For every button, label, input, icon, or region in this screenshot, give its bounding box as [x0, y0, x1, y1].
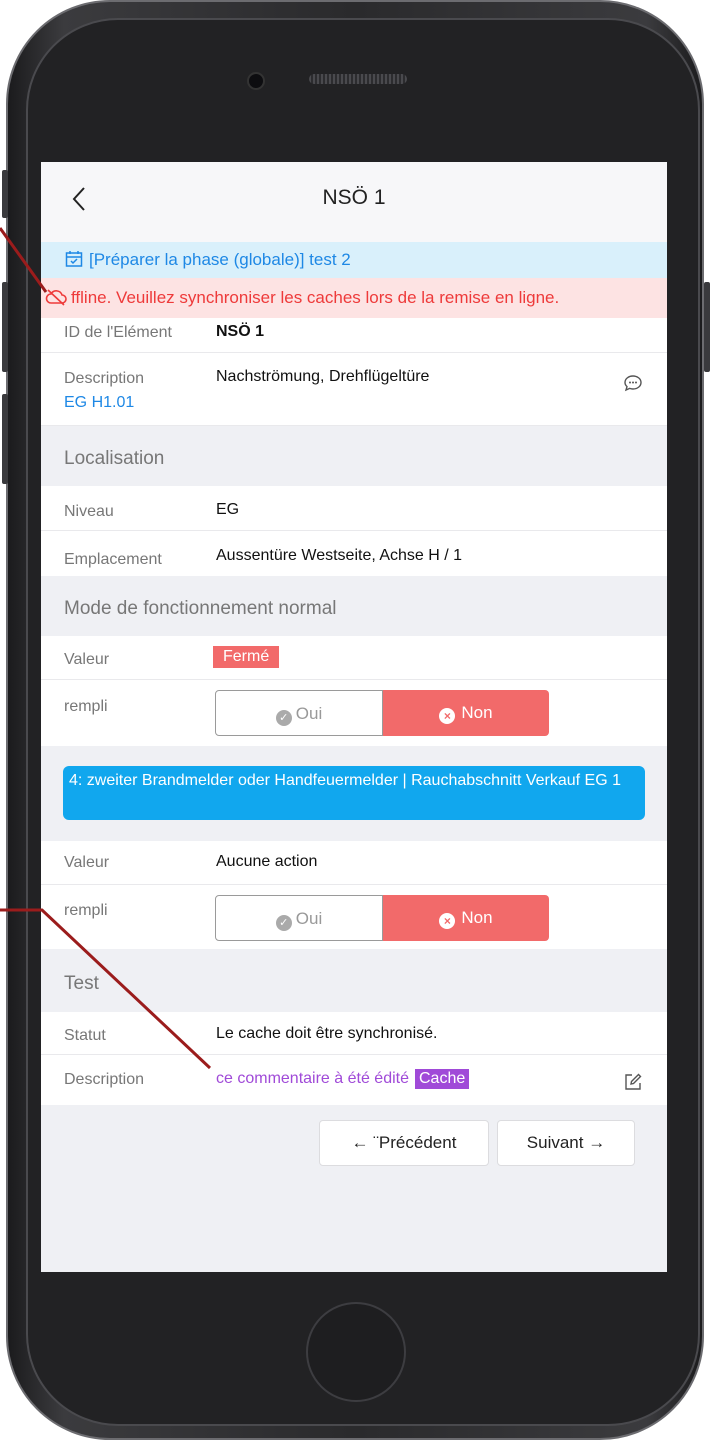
annotation-lines — [0, 227, 212, 1070]
annotation-line-offline — [0, 227, 48, 293]
annotation-line-comment — [0, 908, 212, 1070]
